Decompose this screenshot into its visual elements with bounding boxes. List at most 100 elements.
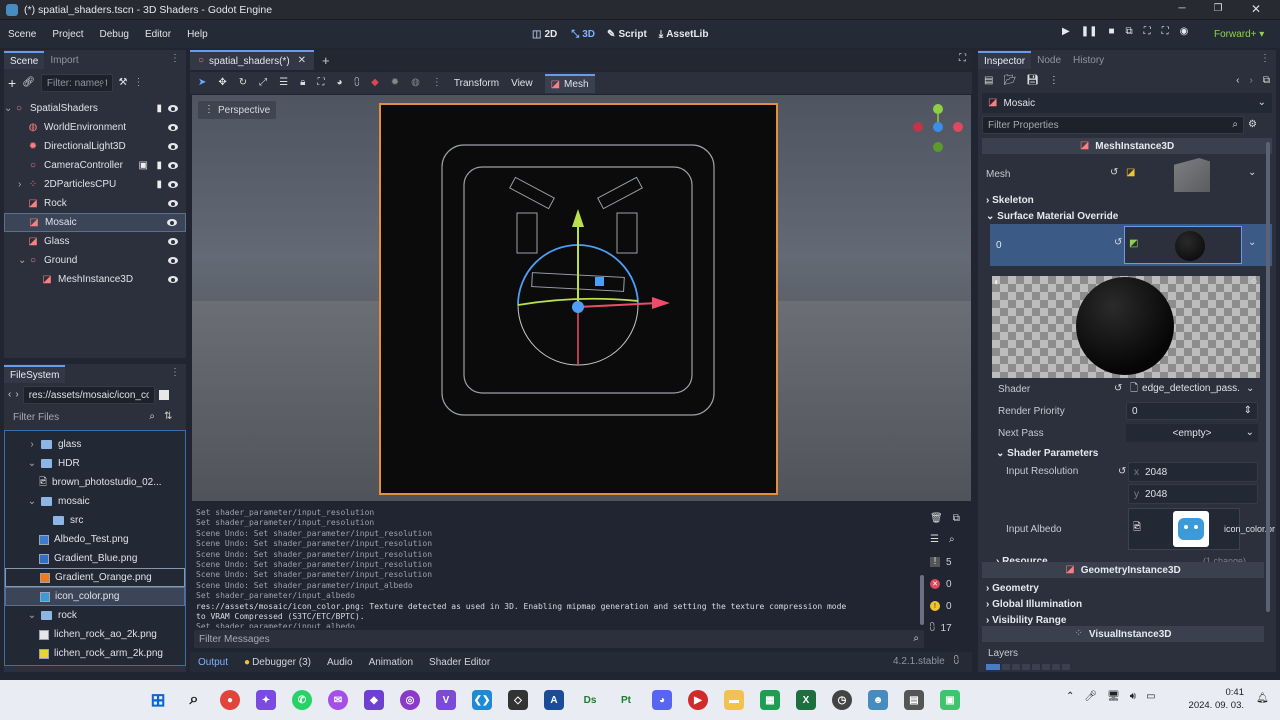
messenger-icon[interactable]: ✉ [328, 690, 348, 710]
taskbar-search-icon[interactable]: ⌕ [184, 690, 204, 710]
recorder-icon[interactable]: ▶ [688, 690, 708, 710]
close-window-icon[interactable]: ✕ [1250, 3, 1262, 15]
stop-icon[interactable]: ■ [1108, 27, 1114, 37]
script-icon[interactable]: ▮ [156, 103, 162, 114]
environment-preview-icon[interactable]: ◍ [411, 78, 420, 88]
scene-node-directionallight3d[interactable]: ✹ DirectionalLight3D [4, 137, 186, 156]
folder-toggle-icon[interactable]: › [27, 439, 37, 450]
forward-icon[interactable]: › [15, 390, 18, 400]
group-icon[interactable]: ⛶ [317, 78, 324, 88]
maximize-icon[interactable]: ❐ [1212, 4, 1224, 14]
shader-resource[interactable]: 🗋︎ edge_detection_pass. [1130, 383, 1240, 394]
add-node-icon[interactable]: + [8, 76, 16, 90]
kebab-menu-icon[interactable]: ⋮ [1260, 54, 1270, 64]
tab-inspector[interactable]: Inspector [978, 51, 1032, 69]
visual-studio-icon[interactable]: V [436, 690, 456, 710]
menu-debug[interactable]: Debug [91, 29, 136, 40]
visibility-eye-icon[interactable] [168, 257, 178, 264]
snap-icon[interactable]: ⩇ [355, 78, 360, 88]
view-gizmo[interactable] [908, 101, 964, 153]
vscode-icon[interactable]: ❮❯ [472, 690, 492, 710]
scene-node-spatialshaders[interactable]: ⌄ ○ SpatialShaders ▮ [4, 99, 186, 118]
folder-toggle-icon[interactable]: ⌄ [27, 458, 37, 469]
menu-scene[interactable]: Scene [0, 29, 44, 40]
chrome-icon[interactable]: ● [220, 690, 240, 710]
camera-override-icon[interactable]: ◆ [371, 78, 379, 88]
shader-parameters-section[interactable]: ⌄ Shader Parameters [996, 448, 1098, 459]
script-icon[interactable]: ▮ [156, 160, 162, 171]
tab-output[interactable]: Output [190, 657, 236, 668]
layers-grid[interactable] [986, 664, 1070, 670]
new-scene-tab-icon[interactable]: + [322, 54, 330, 67]
calculator-icon[interactable]: ▤ [904, 690, 924, 710]
affinity-icon[interactable]: A [544, 690, 564, 710]
minimize-icon[interactable]: ─ [1176, 4, 1188, 14]
godot-taskbar-icon[interactable]: ☻ [868, 690, 888, 710]
filter-files-input[interactable]: Filter Files ⌕ [8, 408, 160, 426]
green-app-icon[interactable]: ▣ [940, 690, 960, 710]
visibility-range-section[interactable]: › Visibility Range [986, 615, 1066, 626]
tab-node[interactable]: Node [1031, 51, 1067, 69]
input-resolution-y[interactable]: y 2048 [1128, 484, 1258, 504]
excel-icon[interactable]: X [796, 690, 816, 710]
app-icon[interactable]: ✦ [256, 690, 276, 710]
error-count-icon[interactable]: ✕ [930, 579, 940, 589]
tray-chevron-icon[interactable]: ⌃ [1066, 692, 1074, 702]
folder-item[interactable]: ⌄ rock [5, 606, 185, 625]
scene-node-cameracontroller[interactable]: ○ CameraController ▣ ▮ [4, 156, 186, 175]
tab-scene[interactable]: Scene [4, 51, 45, 69]
inspector-scrollbar[interactable] [1266, 142, 1270, 612]
notification-icon[interactable]: 🔔︎ [1256, 694, 1269, 704]
scene-tab[interactable]: ○ spatial_shaders(*) ✕ [190, 50, 315, 70]
object-selector[interactable]: ◪ Mosaic ⌄ [982, 93, 1272, 113]
property-options-icon[interactable]: ⚙ [1248, 120, 1257, 130]
clear-log-icon[interactable]: 🗑︎ [930, 514, 943, 524]
obsidian-icon[interactable]: ◆ [364, 690, 384, 710]
mesh-preview[interactable] [1174, 158, 1210, 192]
history-forward-icon[interactable]: › [1250, 76, 1253, 86]
close-tab-icon[interactable]: ✕ [298, 56, 306, 66]
message-count-icon[interactable]: ! [930, 557, 940, 567]
render-priority-spinbox[interactable]: 0 ⇕ [1126, 402, 1258, 420]
kebab-menu-icon[interactable]: ⋮ [170, 54, 180, 64]
painter-icon[interactable]: Pt [616, 690, 636, 710]
clock[interactable]: 0:41 2024. 09. 03. [1188, 686, 1244, 712]
input-resolution-x[interactable]: x 2048 [1128, 462, 1258, 482]
visibility-eye-icon[interactable] [168, 200, 178, 207]
revert-icon[interactable]: ↺ [1114, 238, 1122, 248]
distraction-free-icon[interactable]: ⛶ [959, 54, 966, 64]
play-icon[interactable]: ▶ [1062, 27, 1070, 37]
discord-icon[interactable]: ◕ [652, 690, 672, 710]
script-icon[interactable]: ▮ [156, 179, 162, 190]
visibility-eye-icon[interactable] [168, 124, 178, 131]
tab-audio[interactable]: Audio [319, 657, 361, 668]
workspace-script[interactable]: ✎ Script [607, 29, 647, 40]
revert-icon[interactable]: ↺ [1114, 384, 1122, 394]
whatsapp-icon[interactable]: ✆ [292, 690, 312, 710]
info-count-icon[interactable]: ⩇ [930, 623, 935, 633]
chevron-down-icon[interactable]: ⌄ [1248, 238, 1256, 248]
select-tool-icon[interactable]: ➤ [198, 78, 206, 88]
expand-panel-icon[interactable]: ⩇ [954, 656, 959, 666]
visibility-eye-icon[interactable] [168, 276, 178, 283]
surface-override-section[interactable]: ⌄ Surface Material Override [986, 211, 1118, 222]
move-tool-icon[interactable]: ✥ [218, 78, 226, 88]
menu-help[interactable]: Help [179, 29, 216, 40]
revert-icon[interactable]: ↺ [1118, 467, 1126, 477]
scene-node-rock[interactable]: ◪ Rock [4, 194, 186, 213]
collapse-arrow-icon[interactable]: ⌄ [4, 103, 12, 114]
filter-messages-input[interactable]: Filter Messages ⌕ [194, 630, 924, 648]
file-item[interactable]: lichen_rock_diff_2k.png [5, 663, 185, 665]
path-field[interactable]: res://assets/mosaic/icon_co [22, 386, 155, 404]
instance-icon[interactable]: ▣ [139, 160, 148, 171]
file-item[interactable]: icon_color.png [5, 587, 185, 606]
transform-menu[interactable]: Transform [454, 78, 499, 89]
light-toggle-icon[interactable]: ◐ [994, 278, 1000, 288]
play-scene-icon[interactable]: ⛶ [1144, 27, 1151, 37]
extra-options-icon[interactable]: ⋮ [1049, 76, 1059, 86]
start-icon[interactable]: ⊞ [148, 690, 168, 710]
sheets-icon[interactable]: ▦ [760, 690, 780, 710]
save-resource-icon[interactable]: 💾︎ [1026, 76, 1039, 86]
scene-node-meshinstance3d[interactable]: ◪ MeshInstance3D [4, 270, 186, 289]
history-back-icon[interactable]: ‹ [1236, 76, 1239, 86]
